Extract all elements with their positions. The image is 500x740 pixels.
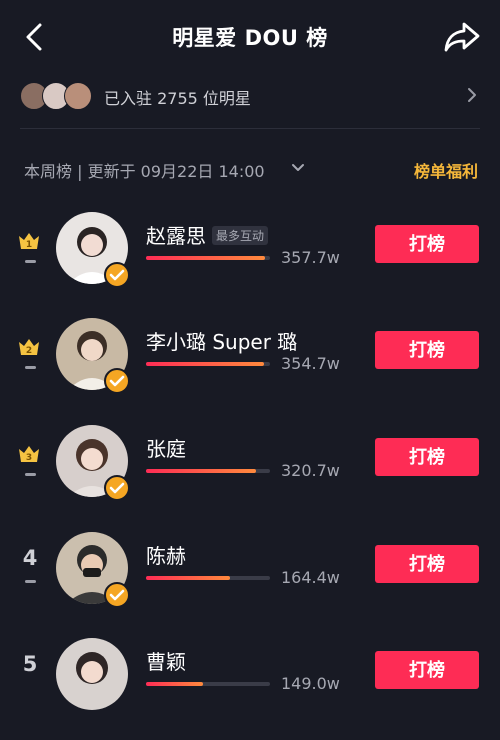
ranking-row: 1 赵露思 最多互动 357.7w 打榜: [0, 208, 500, 314]
chevron-right-icon: [468, 88, 476, 102]
score-value: 320.7w: [281, 461, 340, 480]
score-value: 357.7w: [281, 248, 340, 267]
rank-number: 4: [22, 546, 38, 570]
gold-crown-icon: 1: [19, 233, 39, 250]
verified-check-icon: [104, 262, 130, 288]
bronze-crown-icon: 3: [19, 446, 39, 463]
joined-stars-count: 已入驻 2755 位明星: [104, 89, 251, 108]
chevron-down-icon[interactable]: [291, 163, 305, 173]
avatar[interactable]: [56, 638, 128, 710]
verified-check-icon: [104, 582, 130, 608]
score-progress-bar: [146, 576, 270, 580]
rank-change-dash: [25, 580, 36, 583]
star-name[interactable]: 曹颖: [146, 646, 186, 675]
score-progress-bar: [146, 469, 270, 473]
score-value: 354.7w: [281, 354, 340, 373]
ranking-row: 4 陈赫 164.4w 打榜: [0, 528, 500, 634]
verified-check-icon: [104, 368, 130, 394]
ranking-row: 5 曹颖 149.0w 打榜: [0, 634, 500, 740]
vote-button[interactable]: 打榜: [375, 225, 479, 263]
score-progress-fill: [146, 576, 231, 580]
star-avatar-group: [20, 82, 100, 110]
verified-check-icon: [104, 475, 130, 501]
score-progress-bar: [146, 362, 270, 366]
score-progress-bar: [146, 682, 270, 686]
rank-change-dash: [25, 260, 36, 263]
mini-avatar: [64, 82, 92, 110]
star-name[interactable]: 赵露思: [146, 220, 206, 249]
score-value: 164.4w: [281, 568, 340, 587]
vote-button[interactable]: 打榜: [375, 651, 479, 689]
period-selector[interactable]: 本周榜 | 更新于 09月22日 14:00: [24, 158, 265, 182]
score-progress-fill: [146, 362, 264, 366]
score-value: 149.0w: [281, 674, 340, 693]
silver-crown-icon: 2: [19, 339, 39, 356]
ranking-subheader: 本周榜 | 更新于 09月22日 14:00 榜单福利: [0, 150, 500, 184]
score-progress-fill: [146, 469, 257, 473]
score-progress-bar: [146, 256, 270, 260]
star-name[interactable]: 陈赫: [146, 540, 186, 569]
rank-change-dash: [25, 366, 36, 369]
rank-number: 1: [26, 240, 32, 250]
share-icon[interactable]: [442, 20, 482, 54]
page-title: 明星爱 DOU 榜: [172, 26, 328, 50]
ranking-row: 2 李小璐 Super 璐 354.7w 打榜: [0, 314, 500, 420]
star-name[interactable]: 张庭: [146, 433, 186, 462]
vote-button[interactable]: 打榜: [375, 545, 479, 583]
ranking-row: 3 张庭 320.7w 打榜: [0, 421, 500, 527]
star-name[interactable]: 李小璐 Super 璐: [146, 326, 297, 355]
score-progress-fill: [146, 682, 204, 686]
top-bar: 明星爱 DOU 榜: [0, 0, 500, 74]
rank-number: 5: [22, 652, 38, 676]
rank-number: 3: [26, 453, 32, 463]
vote-button[interactable]: 打榜: [375, 438, 479, 476]
ranking-welfare-link[interactable]: 榜单福利: [414, 158, 478, 182]
joined-stars-row[interactable]: 已入驻 2755 位明星: [0, 74, 500, 128]
most-interaction-badge: 最多互动: [212, 226, 269, 245]
rank-change-dash: [25, 473, 36, 476]
divider: [20, 128, 480, 129]
rank-number: 2: [26, 346, 32, 356]
vote-button[interactable]: 打榜: [375, 331, 479, 369]
score-progress-fill: [146, 256, 266, 260]
